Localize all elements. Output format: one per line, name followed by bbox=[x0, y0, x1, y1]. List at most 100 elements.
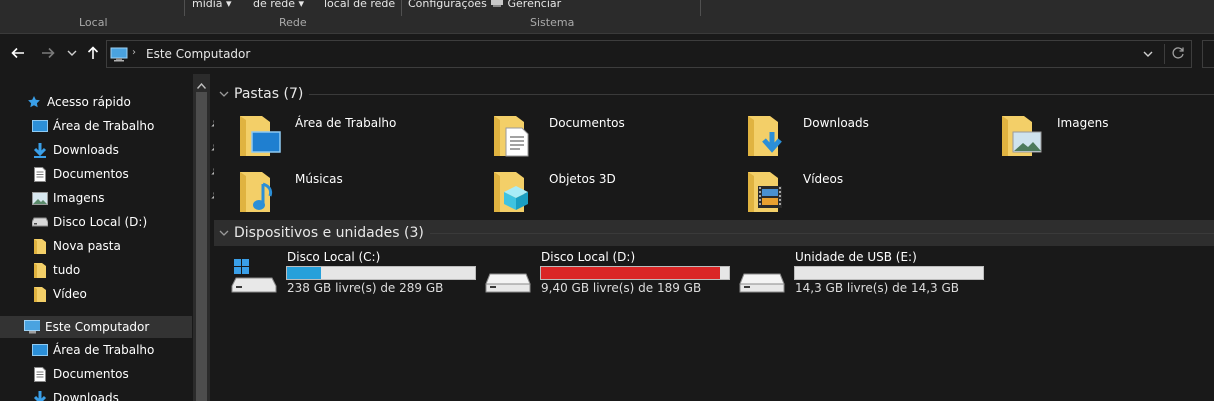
sidebar-item-label: Vídeo bbox=[53, 287, 87, 301]
folder-videos[interactable]: Vídeos bbox=[746, 168, 986, 216]
computer-icon bbox=[24, 319, 40, 335]
folder-downloads[interactable]: Downloads bbox=[746, 112, 986, 160]
ribbon-group-label-sistema: Sistema bbox=[530, 16, 575, 29]
folder-label: Downloads bbox=[803, 116, 869, 130]
sidebar-item-video[interactable]: Vídeo bbox=[32, 283, 87, 305]
folder-label: Área de Trabalho bbox=[295, 116, 397, 130]
computer-manage-icon bbox=[491, 0, 503, 7]
drive-free-space: 238 GB livre(s) de 289 GB bbox=[287, 281, 444, 295]
pictures-folder-icon bbox=[1002, 116, 1042, 156]
download-icon bbox=[32, 142, 48, 158]
navigation-bar: › Este Computador bbox=[0, 34, 1214, 74]
up-button[interactable] bbox=[83, 43, 103, 63]
drives-group-header[interactable]: Dispositivos e unidades (3) bbox=[214, 220, 1214, 246]
folder-icon bbox=[32, 262, 48, 278]
sidebar-item-label: Área de Trabalho bbox=[53, 119, 155, 133]
sidebar-item-downloads[interactable]: Downloads bbox=[32, 139, 221, 161]
drive-disco-local-d[interactable]: Disco Local (D:) 9,40 GB livre(s) de 189… bbox=[484, 250, 734, 300]
search-box[interactable] bbox=[1202, 40, 1214, 68]
drive-usage-fill bbox=[541, 267, 720, 279]
ribbon-local-de-rede-button[interactable]: local de rede bbox=[324, 0, 395, 10]
sidebar-item-disco-local-d[interactable]: Disco Local (D:) bbox=[32, 211, 147, 233]
sidebar-item-pc-area-de-trabalho[interactable]: Área de Trabalho bbox=[32, 339, 154, 361]
videos-folder-icon bbox=[748, 172, 782, 212]
chevron-down-icon[interactable] bbox=[214, 230, 234, 237]
sidebar-item-pc-documentos[interactable]: Documentos bbox=[32, 363, 129, 385]
ribbon-divider bbox=[184, 0, 185, 16]
group-title: Pastas (7) bbox=[234, 86, 304, 102]
chevron-down-icon bbox=[67, 50, 77, 56]
drive-usage-fill bbox=[287, 267, 321, 279]
refresh-button[interactable] bbox=[1171, 46, 1185, 63]
drive-name: Disco Local (C:) bbox=[287, 250, 381, 264]
folder-documentos[interactable]: Documentos bbox=[492, 112, 732, 160]
folder-icon bbox=[32, 238, 48, 254]
drive-name: Unidade de USB (E:) bbox=[795, 250, 917, 264]
ribbon-configuracoes-button[interactable]: Configurações bbox=[408, 0, 487, 10]
folder-area-de-trabalho[interactable]: Área de Trabalho bbox=[238, 112, 478, 160]
sidebar-item-area-de-trabalho[interactable]: Área de Trabalho bbox=[32, 115, 221, 137]
arrow-left-icon bbox=[11, 47, 24, 59]
group-title: Dispositivos e unidades (3) bbox=[234, 225, 424, 241]
folders-group-header[interactable]: Pastas (7) bbox=[214, 81, 1214, 107]
chevron-down-icon bbox=[1143, 51, 1153, 57]
recent-locations-button[interactable] bbox=[62, 43, 82, 63]
forward-button[interactable] bbox=[38, 43, 58, 63]
star-icon bbox=[26, 94, 42, 110]
desktop-icon bbox=[32, 118, 48, 134]
ribbon-gerenciar-button[interactable]: Gerenciar bbox=[490, 0, 561, 10]
arrow-right-icon bbox=[42, 47, 55, 59]
document-icon bbox=[32, 366, 48, 382]
sidebar-item-label: Downloads bbox=[53, 391, 119, 401]
drive-disco-local-c[interactable]: Disco Local (C:) 238 GB livre(s) de 289 … bbox=[230, 250, 480, 300]
folder-label: Vídeos bbox=[803, 172, 844, 186]
sidebar-scrollbar[interactable] bbox=[193, 74, 210, 401]
sidebar-item-label: Este Computador bbox=[45, 320, 150, 334]
content-pane: Pastas (7) Área de Trabalho Documentos D… bbox=[214, 74, 1214, 401]
scrollbar-thumb[interactable] bbox=[196, 92, 207, 401]
address-bar[interactable]: › Este Computador bbox=[106, 40, 1192, 68]
ribbon-midia-button[interactable]: mídia ▾ bbox=[192, 0, 232, 10]
sidebar-item-label: Imagens bbox=[53, 191, 105, 205]
chevron-down-icon[interactable] bbox=[214, 91, 234, 98]
sidebar-item-label: tudo bbox=[53, 263, 81, 277]
drive-unidade-usb-e[interactable]: Unidade de USB (E:) 14,3 GB livre(s) de … bbox=[738, 250, 988, 300]
computer-icon bbox=[110, 47, 128, 65]
sidebar-item-label: Área de Trabalho bbox=[53, 343, 155, 357]
ribbon-group-label-rede: Rede bbox=[279, 16, 307, 29]
drive-free-space: 9,40 GB livre(s) de 189 GB bbox=[541, 281, 702, 295]
document-icon bbox=[32, 166, 48, 182]
sidebar-item-label: Documentos bbox=[53, 367, 129, 381]
drive-usage-bar bbox=[794, 266, 984, 280]
sidebar-item-label: Documentos bbox=[53, 167, 129, 181]
hard-drive-icon bbox=[485, 273, 531, 293]
downloads-folder-icon bbox=[748, 116, 782, 156]
folder-imagens[interactable]: Imagens bbox=[1000, 112, 1214, 160]
sidebar-item-nova-pasta[interactable]: Nova pasta bbox=[32, 235, 121, 257]
group-divider bbox=[309, 93, 1214, 95]
sidebar-item-pc-downloads[interactable]: Downloads bbox=[32, 387, 119, 401]
sidebar-item-este-computador[interactable]: Este Computador bbox=[0, 316, 192, 338]
sidebar-item-documentos[interactable]: Documentos bbox=[32, 163, 221, 185]
folder-musicas[interactable]: Músicas bbox=[238, 168, 478, 216]
drive-name: Disco Local (D:) bbox=[541, 250, 636, 264]
sidebar-item-imagens[interactable]: Imagens bbox=[32, 187, 221, 209]
address-history-dropdown[interactable] bbox=[1143, 47, 1153, 61]
breadcrumb-chevron-icon[interactable]: › bbox=[132, 47, 136, 58]
scroll-up-icon[interactable] bbox=[196, 78, 207, 92]
drive-usage-bar bbox=[540, 266, 730, 280]
sidebar-item-quick-access[interactable]: Acesso rápido bbox=[26, 91, 131, 113]
windows-drive-icon bbox=[231, 259, 277, 293]
ribbon-divider bbox=[401, 0, 402, 16]
folder-icon bbox=[32, 286, 48, 302]
group-divider bbox=[429, 232, 1214, 234]
back-button[interactable] bbox=[8, 43, 28, 63]
refresh-icon bbox=[1172, 47, 1184, 59]
breadcrumb-este-computador[interactable]: Este Computador bbox=[146, 47, 250, 61]
folder-label: Documentos bbox=[549, 116, 625, 130]
sidebar-item-label: Disco Local (D:) bbox=[53, 215, 148, 229]
folder-label: Músicas bbox=[295, 172, 343, 186]
ribbon-de-rede-button[interactable]: de rede ▾ bbox=[253, 0, 304, 10]
folder-objetos-3d[interactable]: Objetos 3D bbox=[492, 168, 732, 216]
sidebar-item-tudo[interactable]: tudo bbox=[32, 259, 80, 281]
